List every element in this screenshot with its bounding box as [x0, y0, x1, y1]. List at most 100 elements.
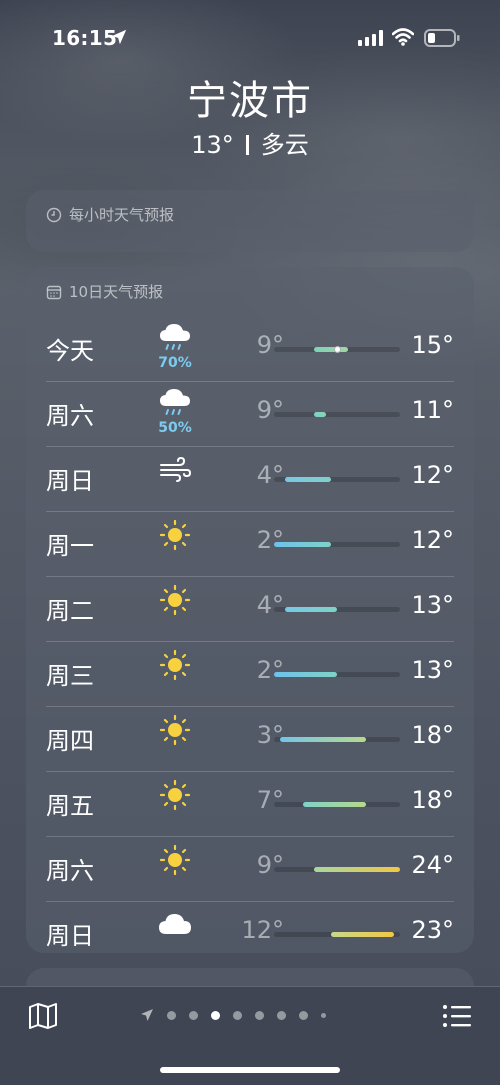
temp-range-track: [274, 412, 400, 417]
page-dot[interactable]: [189, 1010, 198, 1020]
hourly-forecast-card[interactable]: 每小时天气预报: [26, 190, 474, 252]
page-dot[interactable]: [299, 1010, 308, 1020]
high-temp: 12°: [411, 526, 454, 554]
low-temp: 4°: [256, 591, 284, 619]
sun-icon: [150, 518, 200, 570]
sun-icon: [150, 648, 200, 700]
forecast-row[interactable]: 周二 4° 13°: [46, 576, 454, 641]
hourly-forecast-title: 每小时天气预报: [46, 204, 174, 225]
current-conditions: 13° 多云: [0, 130, 500, 160]
temp-range-track: [274, 672, 400, 677]
temp-range-track: [274, 867, 400, 872]
high-temp: 11°: [411, 396, 454, 424]
calendar-icon: [46, 285, 62, 299]
low-temp: 9°: [256, 396, 284, 424]
high-temp: 13°: [411, 656, 454, 684]
temp-range-track: [274, 737, 400, 742]
wind-icon: [150, 453, 200, 505]
temp-range-track: [274, 542, 400, 547]
day-label: 周二: [46, 597, 94, 625]
forecast-row[interactable]: 今天 70% 9° 15°: [46, 317, 454, 381]
temp-range-bar: [279, 737, 366, 742]
sun-icon: [150, 778, 200, 830]
low-temp: 3°: [256, 721, 284, 749]
page-dot[interactable]: [167, 1010, 176, 1020]
low-temp: 9°: [256, 331, 284, 359]
current-temp-dot: [334, 346, 341, 353]
status-bar: 16:15: [0, 24, 500, 54]
high-temp: 23°: [411, 916, 454, 944]
ten-day-title-text: 10日天气预报: [69, 283, 164, 301]
page-indicator[interactable]: [140, 1007, 339, 1023]
high-temp: 18°: [411, 786, 454, 814]
forecast-row[interactable]: 周五 7° 18°: [46, 771, 454, 836]
high-temp: 12°: [411, 461, 454, 489]
ten-day-forecast-card[interactable]: 10日天气预报 今天 70% 9° 15° 周六 50% 9° 11° 周日 4° 12° 周一 2° 1…: [26, 267, 474, 953]
day-label: 周六: [46, 402, 94, 430]
low-temp: 12°: [241, 916, 284, 944]
forecast-row[interactable]: 周日 12° 23°: [46, 901, 454, 966]
location-arrow-icon: [111, 29, 127, 45]
day-label: 周日: [46, 922, 94, 950]
forecast-row[interactable]: 周六 50% 9° 11°: [46, 381, 454, 446]
ten-day-forecast-title: 10日天气预报: [46, 281, 163, 302]
precip-chance: 50%: [158, 420, 192, 436]
rain-cloud-icon: 70%: [150, 321, 200, 373]
temp-range-bar: [302, 802, 366, 807]
precip-chance: 70%: [158, 355, 192, 371]
temp-range-bar: [285, 477, 332, 482]
page-dot[interactable]: [277, 1010, 286, 1020]
temp-range-bar: [274, 542, 332, 547]
forecast-row[interactable]: 周四 3° 18°: [46, 706, 454, 771]
day-label: 周四: [46, 727, 94, 755]
high-temp: 24°: [411, 851, 454, 879]
forecast-rows: 今天 70% 9° 15° 周六 50% 9° 11° 周日 4° 12° 周一 2° 12° 周二 4° 13…: [26, 317, 474, 966]
page-dot[interactable]: [255, 1010, 264, 1020]
location-page-icon: [141, 1009, 153, 1021]
battery-icon: [424, 29, 460, 47]
temp-range-track: [274, 346, 400, 353]
day-label: 周三: [46, 662, 94, 690]
low-temp: 2°: [256, 656, 284, 684]
list-icon[interactable]: [442, 1002, 472, 1030]
day-label: 今天: [46, 337, 94, 365]
temp-range-track: [274, 802, 400, 807]
forecast-row[interactable]: 周日 4° 12°: [46, 446, 454, 511]
low-temp: 9°: [256, 851, 284, 879]
rain-cloud-icon: 50%: [150, 386, 200, 438]
current-condition: 多云: [260, 131, 309, 159]
clock-icon: [46, 207, 62, 222]
high-temp: 13°: [411, 591, 454, 619]
sun-icon: [150, 713, 200, 765]
temp-range-track: [274, 932, 400, 937]
forecast-row[interactable]: 周三 2° 13°: [46, 641, 454, 706]
temp-range-bar: [331, 932, 395, 937]
map-icon[interactable]: [28, 1002, 58, 1030]
city-name: 宁波市: [187, 78, 313, 124]
temp-range-bar: [314, 867, 400, 872]
cloud-icon: [150, 908, 200, 960]
page-dot[interactable]: [321, 1012, 326, 1018]
temp-range-bar: [314, 412, 326, 417]
page-dot-active[interactable]: [211, 1010, 220, 1020]
sun-icon: [150, 583, 200, 635]
high-temp: 18°: [411, 721, 454, 749]
current-temperature: 13°: [191, 131, 234, 159]
day-label: 周五: [46, 792, 94, 820]
forecast-row[interactable]: 周六 9° 24°: [46, 836, 454, 901]
temp-range-bar: [274, 672, 337, 677]
low-temp: 2°: [256, 526, 284, 554]
day-label: 周一: [46, 532, 94, 560]
page-dot[interactable]: [233, 1010, 242, 1020]
home-indicator: [160, 1067, 340, 1073]
status-time: 16:15: [52, 26, 118, 50]
day-label: 周日: [46, 467, 94, 495]
low-temp: 7°: [256, 786, 284, 814]
temp-range-bar: [314, 347, 349, 352]
temp-range-track: [274, 477, 400, 482]
separator: [245, 135, 249, 155]
low-temp: 4°: [256, 461, 284, 489]
forecast-row[interactable]: 周一 2° 12°: [46, 511, 454, 576]
wifi-icon: [392, 28, 414, 46]
cellular-signal-icon: [358, 30, 383, 46]
